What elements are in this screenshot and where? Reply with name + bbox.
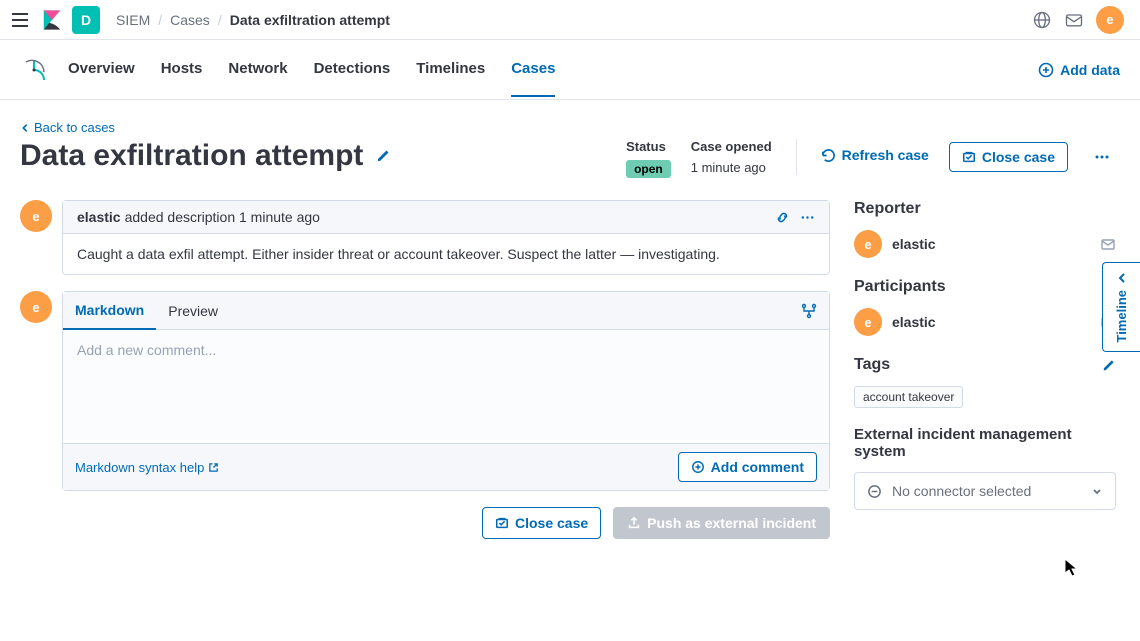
desc-action: added description 1 minute ago (125, 209, 320, 225)
push-external-label: Push as external incident (647, 515, 816, 531)
comment-editor: Markdown Preview Markdown syntax help (62, 291, 830, 491)
editor-tab-preview[interactable]: Preview (156, 293, 230, 329)
close-case-button[interactable]: Close case (949, 142, 1068, 172)
tab-detections[interactable]: Detections (314, 42, 391, 97)
app-tabs: Overview Hosts Network Detections Timeli… (68, 42, 555, 97)
status-label: Status (626, 139, 671, 154)
connector-select[interactable]: No connector selected (854, 472, 1116, 510)
editor-avatar: e (20, 291, 52, 323)
status-block: Status open (626, 139, 671, 176)
external-system-heading: External incident management system (854, 426, 1116, 460)
close-case-button-bottom[interactable]: Close case (482, 507, 601, 539)
breadcrumb-item[interactable]: Cases (170, 12, 210, 28)
siem-app-icon (20, 56, 48, 84)
timeline-flyout-label: Timeline (1114, 290, 1129, 343)
reporter-row: e elastic (854, 230, 1116, 258)
edit-title-icon[interactable] (375, 148, 391, 164)
case-actions-icon[interactable] (1088, 139, 1116, 171)
breadcrumb: SIEM / Cases / Data exfiltration attempt (116, 12, 390, 28)
push-external-button: Push as external incident (613, 507, 830, 539)
newsfeed-icon[interactable] (1032, 10, 1052, 30)
add-data-button[interactable]: Add data (1038, 62, 1120, 78)
refresh-label: Refresh case (842, 147, 929, 163)
reporter-name: elastic (892, 236, 936, 252)
editor-tab-markdown[interactable]: Markdown (63, 292, 156, 330)
chevron-down-icon (1091, 485, 1103, 497)
close-case-bottom-label: Close case (515, 515, 588, 531)
status-badge: open (626, 160, 671, 178)
description-text: Caught a data exfil attempt. Either insi… (63, 234, 829, 274)
back-label: Back to cases (34, 120, 115, 135)
comment-avatar: e (20, 200, 52, 232)
menu-toggle-icon[interactable] (8, 8, 32, 32)
page-title: Data exfiltration attempt (20, 139, 391, 173)
md-help-label: Markdown syntax help (75, 460, 204, 475)
tab-network[interactable]: Network (228, 42, 287, 97)
tab-overview[interactable]: Overview (68, 42, 135, 97)
close-case-label: Close case (982, 149, 1055, 165)
desc-user: elastic (77, 209, 121, 225)
opened-block: Case opened 1 minute ago (691, 139, 772, 175)
tab-timelines[interactable]: Timelines (416, 42, 485, 97)
tags-heading: Tags (854, 356, 1116, 374)
mail-icon[interactable] (1064, 10, 1084, 30)
comment-textarea[interactable] (63, 330, 829, 440)
back-to-cases-link[interactable]: Back to cases (20, 120, 1116, 135)
user-avatar[interactable]: e (1096, 6, 1124, 34)
space-badge[interactable]: D (72, 6, 100, 34)
app-nav: Overview Hosts Network Detections Timeli… (0, 40, 1140, 100)
connector-label: No connector selected (892, 483, 1031, 499)
insert-timeline-icon[interactable] (789, 295, 829, 327)
copy-link-icon[interactable] (775, 210, 790, 225)
participant-row: e elastic (854, 308, 1116, 336)
reporter-heading: Reporter (854, 200, 1116, 218)
participant-name: elastic (892, 314, 936, 330)
add-comment-button[interactable]: Add comment (678, 452, 817, 482)
timeline-flyout-tab[interactable]: Timeline (1102, 262, 1140, 352)
breadcrumb-item[interactable]: SIEM (116, 12, 150, 28)
description-card: elastic added description 1 minute ago C… (62, 200, 830, 275)
edit-tags-icon[interactable] (1101, 358, 1116, 373)
tab-cases[interactable]: Cases (511, 42, 555, 97)
top-chrome: D SIEM / Cases / Data exfiltration attem… (0, 0, 1140, 40)
tag-pill: account takeover (854, 386, 963, 408)
opened-value: 1 minute ago (691, 160, 772, 175)
tab-hosts[interactable]: Hosts (161, 42, 203, 97)
reporter-mail-icon[interactable] (1100, 236, 1116, 252)
reporter-avatar: e (854, 230, 882, 258)
opened-label: Case opened (691, 139, 772, 154)
refresh-case-button[interactable]: Refresh case (821, 139, 929, 163)
participant-avatar: e (854, 308, 882, 336)
kibana-logo-icon[interactable] (40, 8, 64, 32)
participants-heading: Participants (854, 278, 1116, 296)
add-comment-label: Add comment (711, 459, 804, 475)
markdown-help-link[interactable]: Markdown syntax help (75, 460, 219, 475)
breadcrumb-current: Data exfiltration attempt (230, 12, 390, 28)
desc-actions-icon[interactable] (800, 210, 815, 225)
add-data-label: Add data (1060, 62, 1120, 78)
